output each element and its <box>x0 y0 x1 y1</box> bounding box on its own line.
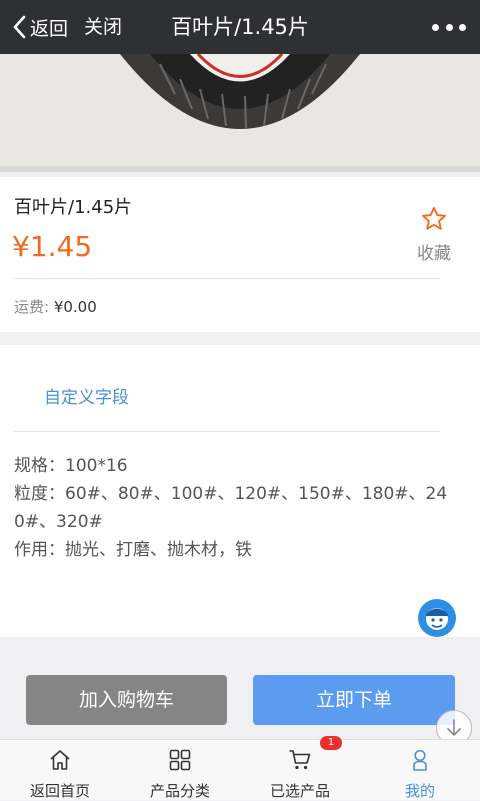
page-title: 百叶片/1.45片 <box>171 15 309 39</box>
tab-mine[interactable]: 我的 <box>360 740 480 801</box>
more-dot <box>432 23 439 31</box>
tab-label: 我的 <box>404 782 435 800</box>
tab-label: 已选产品 <box>269 782 330 800</box>
cart-count-badge: 1 <box>320 736 342 750</box>
tab-label: 返回首页 <box>29 782 90 800</box>
cart-icon <box>289 750 311 770</box>
spec-grit: 粒度：60#、80#、100#、120#、150#、180#、240#、320# <box>14 484 448 532</box>
divider <box>14 278 440 279</box>
spec-list: 规格：100*16 粒度：60#、80#、100#、120#、150#、180#… <box>14 452 454 564</box>
divider <box>14 431 440 432</box>
bottom-tab-bar: 返回首页 产品分类 已选产品 我的 <box>0 739 480 800</box>
shipping-label: 运费: <box>14 298 54 316</box>
grid-icon <box>169 749 191 771</box>
tab-cart[interactable]: 已选产品 <box>240 740 360 801</box>
home-icon <box>50 750 70 770</box>
favorite-label: 收藏 <box>417 244 451 264</box>
star-icon <box>422 206 446 230</box>
product-detail-card: 自定义字段 规格：100*16 粒度：60#、80#、100#、120#、150… <box>0 345 480 637</box>
tab-home[interactable]: 返回首页 <box>0 740 120 801</box>
top-navbar: 返回 关闭 百叶片/1.45片 <box>0 0 480 54</box>
shipping-value: ¥0.00 <box>53 298 97 316</box>
chevron-left-icon <box>13 15 26 39</box>
customer-service-icon[interactable] <box>418 599 456 637</box>
buy-now-button[interactable]: 立即下单 <box>253 675 455 725</box>
user-icon <box>413 749 427 771</box>
back-label: 返回 <box>30 17 69 40</box>
more-dot <box>459 23 466 31</box>
back-button[interactable]: 返回 <box>12 13 68 41</box>
tab-label: 产品分类 <box>149 782 210 800</box>
product-info-card: 百叶片/1.45片 ¥1.45 收藏 运费: ¥0.00 <box>0 177 480 332</box>
custom-field-link[interactable]: 自定义字段 <box>44 383 129 408</box>
shipping-fee: 运费: ¥0.00 <box>14 296 97 317</box>
close-button[interactable]: 关闭 <box>84 13 122 41</box>
spec-size: 规格：100*16 <box>14 456 128 476</box>
more-dot <box>445 23 453 31</box>
tab-categories[interactable]: 产品分类 <box>120 740 240 801</box>
favorite-button[interactable]: 收藏 <box>404 205 464 264</box>
spec-usage: 作用：抛光、打磨、抛木材，铁 <box>14 540 252 560</box>
product-name: 百叶片/1.45片 <box>14 197 133 218</box>
more-menu-icon[interactable] <box>432 16 466 38</box>
product-price: ¥1.45 <box>12 230 93 263</box>
product-image[interactable] <box>0 54 480 172</box>
add-to-cart-button[interactable]: 加入购物车 <box>26 675 227 725</box>
